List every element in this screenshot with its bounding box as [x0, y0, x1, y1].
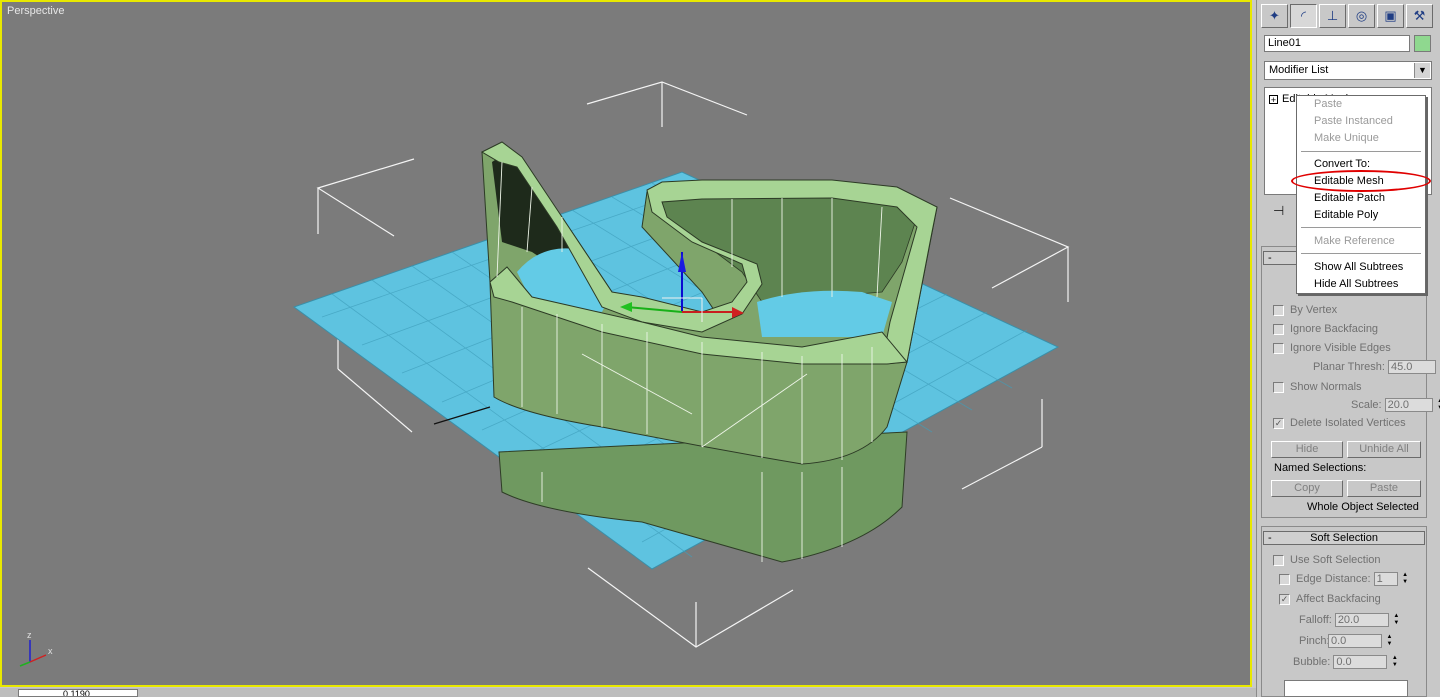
delete-isolated-label: Delete Isolated Vertices: [1290, 417, 1406, 429]
ignore-visible-edges-label: Ignore Visible Edges: [1290, 342, 1391, 354]
use-soft-selection-option[interactable]: Use Soft Selection: [1273, 553, 1381, 567]
edge-distance-checkbox[interactable]: [1279, 573, 1290, 585]
menu-item-editable-poly[interactable]: Editable Poly: [1314, 209, 1378, 221]
hierarchy-tab[interactable]: ⊥: [1319, 4, 1346, 28]
unhide-all-button[interactable]: Unhide All: [1347, 441, 1421, 458]
motion-icon: ◎: [1355, 8, 1368, 23]
highlight-annotation-ellipse: [1291, 170, 1431, 192]
display-monitor-icon: ▣: [1384, 8, 1397, 23]
axis-label-x: x: [48, 646, 53, 656]
show-normals-label: Show Normals: [1290, 381, 1362, 393]
menu-item-convert-to: Convert To:: [1314, 158, 1371, 170]
edge-distance-field[interactable]: 1: [1373, 572, 1398, 586]
ignore-visible-edges-option[interactable]: Ignore Visible Edges: [1273, 341, 1391, 355]
spinner-arrows-icon[interactable]: ▲▼: [1401, 572, 1410, 586]
by-vertex-option[interactable]: By Vertex: [1273, 303, 1337, 317]
menu-item-paste[interactable]: Paste: [1314, 98, 1342, 110]
affect-backfacing-label: Affect Backfacing: [1296, 593, 1381, 605]
scale-spinner[interactable]: Scale: 20.0 ▲▼: [1351, 397, 1440, 413]
planar-thresh-field[interactable]: 45.0: [1387, 360, 1436, 374]
spinner-arrows-icon[interactable]: ▲▼: [1392, 613, 1401, 627]
perspective-viewport[interactable]: Perspective z x: [0, 0, 1252, 687]
object-name-field[interactable]: Line01: [1264, 35, 1410, 52]
menu-item-make-unique[interactable]: Make Unique: [1314, 132, 1379, 144]
scene-render: [292, 81, 1070, 648]
show-normals-checkbox[interactable]: [1273, 381, 1284, 393]
falloff-spinner[interactable]: Falloff: 20.0 ▲ ▼: [1299, 612, 1401, 628]
status-bar: [0, 688, 1256, 697]
axis-tripod-icon: z x: [19, 630, 53, 667]
expand-icon[interactable]: +: [1269, 94, 1278, 104]
pinch-field[interactable]: 0.0: [1328, 634, 1382, 648]
menu-item-paste-instanced[interactable]: Paste Instanced: [1314, 115, 1393, 127]
use-soft-selection-checkbox[interactable]: [1273, 554, 1284, 566]
stack-context-menu: Paste Paste Instanced Make Unique Conver…: [1296, 95, 1426, 294]
collapse-icon: -: [1268, 252, 1272, 264]
bubble-field[interactable]: 0.0: [1333, 655, 1388, 669]
viewport-label[interactable]: Perspective: [7, 5, 64, 17]
by-vertex-checkbox[interactable]: [1273, 304, 1284, 316]
menu-item-make-reference[interactable]: Make Reference: [1314, 235, 1395, 247]
interior-cyan-right: [757, 290, 892, 337]
hide-button[interactable]: Hide: [1271, 441, 1343, 458]
planar-thresh-spinner[interactable]: Planar Thresh: 45.0 ▲▼: [1313, 359, 1440, 375]
affect-backfacing-option[interactable]: ✓ Affect Backfacing: [1279, 592, 1381, 606]
scale-label: Scale:: [1351, 399, 1382, 411]
hierarchy-icon: ⊥: [1326, 8, 1339, 23]
modify-arc-icon: ◜: [1300, 8, 1307, 23]
display-tab[interactable]: ▣: [1377, 4, 1404, 28]
falloff-curve-graph: [1284, 680, 1408, 697]
delete-isolated-checkbox[interactable]: ✓: [1273, 417, 1284, 429]
motion-tab[interactable]: ◎: [1348, 4, 1375, 28]
hammer-icon: ⚒: [1413, 8, 1426, 23]
command-panel-tabs: ✦ ◜ ⊥ ◎ ▣ ⚒: [1261, 4, 1433, 28]
falloff-field[interactable]: 20.0: [1334, 613, 1389, 627]
ignore-backfacing-option[interactable]: Ignore Backfacing: [1273, 322, 1378, 336]
modifier-list-dropdown[interactable]: Modifier List ▼: [1264, 61, 1432, 80]
menu-item-editable-patch[interactable]: Editable Patch: [1314, 192, 1385, 204]
modifier-list-label: Modifier List: [1269, 64, 1329, 76]
pinch-spinner[interactable]: Pinch: 0.0 ▲ ▼: [1299, 633, 1394, 649]
bubble-spinner[interactable]: Bubble: 0.0 ▲ ▼: [1293, 654, 1399, 670]
edge-distance-label: Edge Distance:: [1296, 573, 1371, 585]
soft-selection-header[interactable]: - Soft Selection: [1263, 531, 1425, 545]
status-value-field[interactable]: 0.1190: [18, 689, 138, 697]
falloff-label: Falloff:: [1299, 614, 1332, 626]
chevron-down-icon[interactable]: ▼: [1414, 63, 1430, 78]
pinch-label: Pinch:: [1299, 635, 1330, 647]
object-color-swatch[interactable]: [1414, 35, 1431, 52]
spinner-arrows-icon[interactable]: ▲▼: [1390, 655, 1399, 669]
menu-item-hide-all-subtrees[interactable]: Hide All Subtrees: [1314, 278, 1398, 290]
ignore-backfacing-checkbox[interactable]: [1273, 323, 1284, 335]
cursor-star-icon: ✦: [1269, 8, 1280, 23]
affect-backfacing-checkbox[interactable]: ✓: [1279, 593, 1290, 605]
edge-distance-row[interactable]: Edge Distance: 1 ▲ ▼: [1279, 571, 1410, 587]
show-normals-option[interactable]: Show Normals: [1273, 380, 1362, 394]
by-vertex-label: By Vertex: [1290, 304, 1338, 316]
utilities-tab[interactable]: ⚒: [1406, 4, 1433, 28]
spinner-arrows-icon[interactable]: ▲▼: [1385, 634, 1394, 648]
menu-separator: [1301, 253, 1421, 254]
delete-isolated-option[interactable]: ✓ Delete Isolated Vertices: [1273, 416, 1406, 430]
paste-button[interactable]: Paste: [1347, 480, 1421, 497]
named-selections-label: Named Selections:: [1274, 462, 1367, 474]
ignore-visible-edges-checkbox[interactable]: [1273, 342, 1284, 354]
menu-separator: [1301, 151, 1421, 152]
bubble-label: Bubble:: [1293, 656, 1331, 668]
planar-thresh-label: Planar Thresh:: [1313, 361, 1385, 373]
scale-field[interactable]: 20.0: [1384, 398, 1433, 412]
collapse-icon: -: [1268, 532, 1272, 544]
use-soft-selection-label: Use Soft Selection: [1290, 554, 1381, 566]
copy-button[interactable]: Copy: [1271, 480, 1343, 497]
ignore-backfacing-label: Ignore Backfacing: [1290, 323, 1379, 335]
pin-stack-icon[interactable]: ⊣: [1273, 203, 1284, 219]
create-tab[interactable]: ✦: [1261, 4, 1288, 28]
modify-tab[interactable]: ◜: [1290, 4, 1317, 28]
selection-status-text: Whole Object Selected: [1307, 501, 1419, 513]
spinner-arrows-icon[interactable]: ▲▼: [1436, 398, 1440, 412]
menu-item-show-all-subtrees[interactable]: Show All Subtrees: [1314, 261, 1403, 273]
axis-label-z: z: [27, 630, 32, 640]
menu-separator: [1301, 227, 1421, 228]
soft-selection-title: Soft Selection: [1310, 532, 1378, 544]
